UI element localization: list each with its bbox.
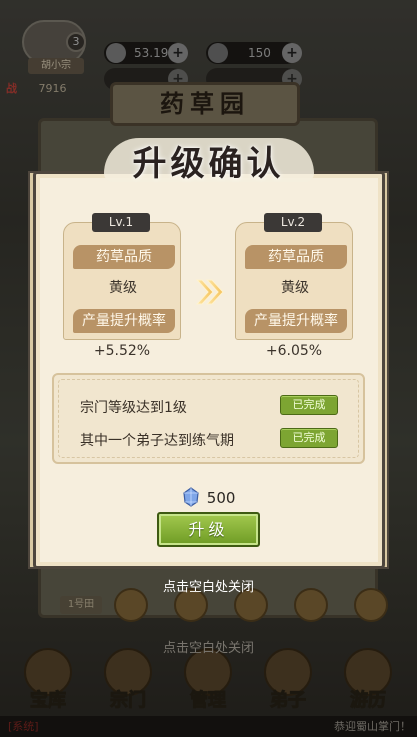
dialog-title: 升级确认 (132, 144, 285, 184)
requirement-text: 宗门等级达到1级 (80, 400, 187, 416)
requirements-box: 宗门等级达到1级 已完成 其中一个弟子达到练气期 已完成 (52, 373, 365, 464)
spirit-stone-icon (183, 487, 199, 507)
quality-label: 药草品质 (73, 245, 175, 269)
current-level-card: Lv.1 药草品质 黄级 产量提升概率 (63, 213, 181, 340)
upgrade-button[interactable]: 升级 (157, 512, 260, 547)
rate-label: 产量提升概率 (73, 309, 175, 333)
quality-value: 黄级 (281, 280, 309, 296)
next-rate-value: +6.05% (265, 343, 323, 359)
requirement-status-badge: 已完成 (280, 395, 338, 415)
next-level-tag: Lv.2 (264, 213, 322, 232)
next-level-card: Lv.2 药草品质 黄级 产量提升概率 (235, 213, 353, 340)
rate-label: 产量提升概率 (245, 309, 347, 333)
requirement-status-badge: 已完成 (280, 428, 338, 448)
close-hint: 点击空白处关闭 (162, 580, 254, 595)
double-chevron-right-icon (195, 279, 224, 305)
cost-value: 500 (206, 489, 236, 507)
current-level-tag: Lv.1 (92, 213, 150, 232)
requirement-text: 其中一个弟子达到练气期 (80, 433, 234, 449)
current-rate-value: +5.52% (93, 343, 151, 359)
quality-label: 药草品质 (245, 245, 347, 269)
upgrade-cost: 500 (182, 487, 235, 509)
quality-value: 黄级 (109, 280, 137, 296)
